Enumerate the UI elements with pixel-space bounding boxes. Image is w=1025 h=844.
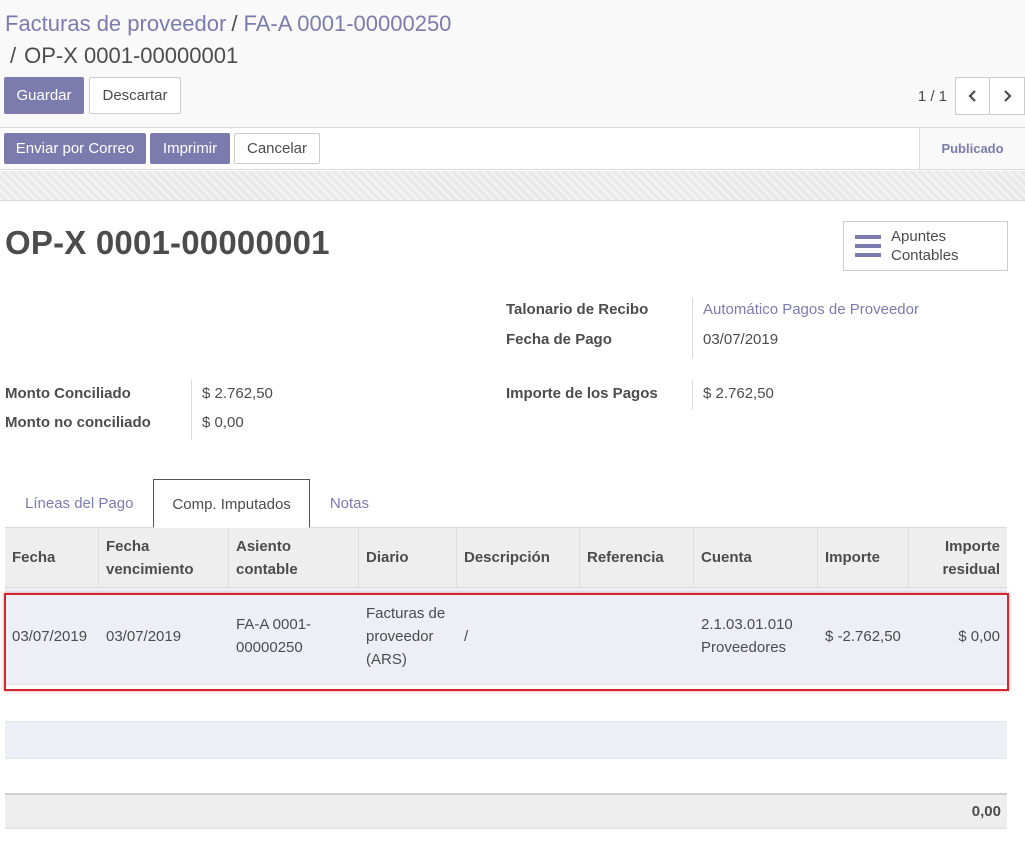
monto-no-conciliado-label: Monto no conciliado: [5, 414, 151, 431]
journal-items-smart-button[interactable]: Apuntes Contables: [843, 221, 1008, 271]
pager: 1 / 1: [918, 77, 1025, 115]
smart-button-label: Apuntes Contables: [891, 228, 959, 264]
statusbar: Enviar por Correo Imprimir Cancelar Publ…: [0, 128, 1025, 170]
importe-pagos-value: $ 2.762,50: [703, 385, 774, 402]
sheet-background-stripe: [0, 171, 1025, 201]
cell-asiento: FA-A 0001-00000250: [236, 616, 312, 656]
monto-conciliado-value: $ 2.762,50: [202, 385, 273, 402]
breadcrumb: Facturas de proveedor / FA-A 0001-00000250…: [5, 8, 451, 72]
discard-button[interactable]: Descartar: [89, 77, 181, 114]
send-email-button[interactable]: Enviar por Correo: [4, 133, 146, 164]
talonario-label: Talonario de Recibo: [506, 301, 649, 318]
cell-cuenta: 2.1.03.01.010 Proveedores: [701, 616, 793, 656]
column-header-descripcion[interactable]: Descripción: [457, 528, 580, 587]
column-header-fecha[interactable]: Fecha: [5, 528, 99, 587]
pager-next-button[interactable]: [990, 77, 1025, 115]
cell-fecha-vencimiento: 03/07/2019: [106, 627, 182, 645]
tab-comp-imputados[interactable]: Comp. Imputados: [153, 479, 310, 528]
cell-importe-residual: $ 0,00: [958, 627, 1000, 645]
fecha-pago-value: 03/07/2019: [703, 331, 779, 348]
field-divider: [692, 298, 693, 358]
cell-diario: Facturas de proveedor (ARS): [366, 604, 446, 668]
importe-pagos-label: Importe de los Pagos: [506, 385, 658, 402]
cancel-button[interactable]: Cancelar: [234, 133, 320, 164]
table-footer-total: 0,00: [5, 795, 1007, 829]
save-button[interactable]: Guardar: [4, 77, 84, 114]
monto-no-conciliado-value: $ 0,00: [202, 414, 244, 431]
column-header-importe[interactable]: Importe: [818, 528, 909, 587]
tab-lineas-del-pago[interactable]: Líneas del Pago: [5, 479, 153, 528]
column-header-importe-residual[interactable]: Importe residual: [909, 528, 1007, 587]
notebook-tabs: Líneas del Pago Comp. Imputados Notas: [5, 479, 389, 528]
field-divider: [692, 380, 693, 410]
control-panel: Facturas de proveedor / FA-A 0001-00000250…: [0, 0, 1025, 128]
column-header-diario[interactable]: Diario: [359, 528, 457, 587]
cell-importe: $ -2.762,50: [825, 627, 901, 645]
cell-fecha: 03/07/2019: [12, 627, 88, 645]
empty-row: [5, 685, 1007, 722]
chevron-right-icon: [1004, 90, 1012, 102]
breadcrumb-separator: /: [231, 11, 238, 36]
table-row[interactable]: 03/07/2019 03/07/2019 FA-A 0001-00000250…: [5, 588, 1007, 685]
total-importe-residual: 0,00: [971, 803, 1001, 820]
cell-descripcion: /: [464, 627, 469, 645]
monto-conciliado-label: Monto Conciliado: [5, 385, 131, 402]
breadcrumb-item-invoice[interactable]: FA-A 0001-00000250: [243, 11, 451, 36]
column-header-asiento[interactable]: Asiento contable: [229, 528, 359, 587]
bars-icon: [855, 235, 881, 257]
pager-value[interactable]: 1 / 1: [918, 88, 947, 105]
print-button[interactable]: Imprimir: [150, 133, 230, 164]
column-header-referencia[interactable]: Referencia: [580, 528, 694, 587]
table-header: Fecha Fecha vencimiento Asiento contable…: [5, 528, 1007, 588]
tab-notas[interactable]: Notas: [310, 479, 389, 528]
empty-row: [5, 722, 1007, 759]
status-stage-published[interactable]: Publicado: [919, 128, 1025, 169]
breadcrumb-item-facturas[interactable]: Facturas de proveedor: [5, 11, 226, 36]
pager-previous-button[interactable]: [955, 77, 990, 115]
breadcrumb-current: OP-X 0001-00000001: [24, 43, 239, 68]
breadcrumb-separator: /: [10, 43, 17, 68]
fecha-pago-label: Fecha de Pago: [506, 331, 612, 348]
field-divider: [191, 380, 192, 440]
matched-moves-table: Fecha Fecha vencimiento Asiento contable…: [5, 528, 1007, 829]
column-header-cuenta[interactable]: Cuenta: [694, 528, 818, 587]
empty-row: [5, 759, 1007, 795]
talonario-value[interactable]: Automático Pagos de Proveedor: [703, 301, 919, 318]
chevron-left-icon: [967, 90, 976, 102]
column-header-fecha-vencimiento[interactable]: Fecha vencimiento: [99, 528, 229, 587]
record-title: OP-X 0001-00000001: [5, 224, 330, 261]
